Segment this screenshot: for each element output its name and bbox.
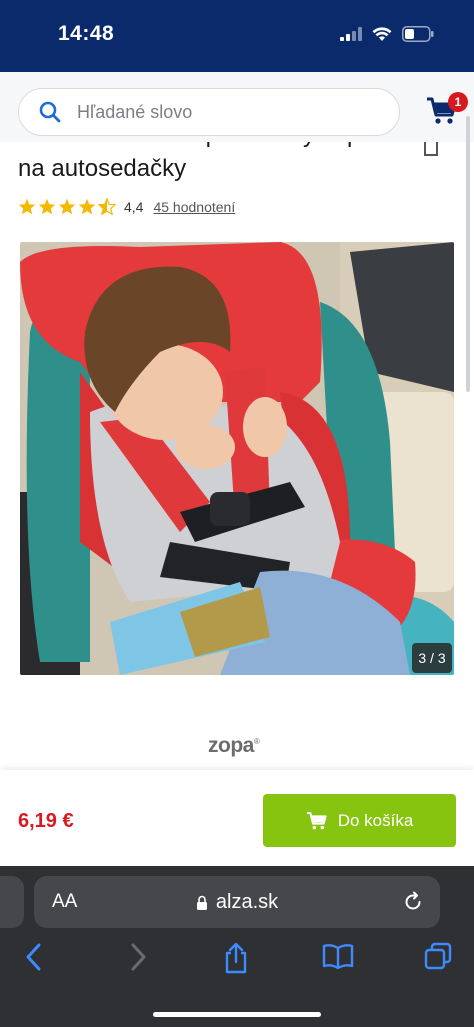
battery-icon — [402, 26, 434, 42]
rating-row: 4,4 45 hodnotení — [18, 198, 235, 215]
browser-toolbar — [0, 942, 474, 982]
product-title-container: ZOPA Zámok bezpečnostných pásov na autos… — [18, 142, 438, 192]
rating-value: 4,4 — [124, 198, 144, 215]
price: 6,19 € — [18, 810, 74, 832]
star-icon — [58, 198, 76, 215]
cart-button[interactable]: 1 — [426, 92, 468, 132]
address-bar[interactable]: AA alza.sk — [34, 876, 440, 928]
tabs-icon[interactable] — [424, 942, 452, 970]
forward-icon[interactable] — [128, 942, 148, 972]
url-text: alza.sk — [215, 890, 279, 913]
scrollbar[interactable] — [466, 116, 470, 392]
star-icon — [78, 198, 96, 215]
url-display: alza.sk — [34, 891, 440, 914]
bookmarks-icon[interactable] — [322, 942, 354, 970]
home-indicator — [153, 1012, 321, 1017]
cellular-signal-icon — [340, 27, 362, 41]
previous-tab[interactable] — [0, 876, 24, 928]
reload-icon[interactable] — [402, 891, 424, 913]
status-icons — [340, 26, 434, 42]
image-counter: 3 / 3 — [412, 643, 452, 673]
cart-icon — [306, 811, 327, 829]
brand-logo[interactable]: zopa® — [208, 734, 260, 758]
back-icon[interactable] — [24, 942, 44, 972]
star-icon — [18, 198, 36, 215]
wifi-icon — [372, 26, 392, 41]
status-time: 14:48 — [58, 22, 115, 45]
add-to-cart-label: Do košíka — [337, 810, 414, 830]
brand-name: zopa — [208, 734, 254, 757]
cart-badge: 1 — [448, 92, 468, 112]
product-title: ZOPA Zámok bezpečnostných pásov na autos… — [18, 142, 411, 182]
lock-icon — [196, 895, 207, 910]
registered-mark: ® — [253, 737, 260, 746]
rating-stars — [18, 198, 116, 215]
ratings-link[interactable]: 45 hodnotení — [153, 199, 235, 215]
product-image[interactable]: 3 / 3 — [20, 242, 454, 675]
search-icon — [39, 101, 61, 123]
star-icon — [38, 198, 56, 215]
browser-bar: AA alza.sk — [0, 866, 474, 1027]
share-icon[interactable] — [424, 142, 438, 156]
product-photo — [20, 242, 454, 675]
search-header: Hľadané slovo 1 — [0, 72, 474, 142]
buy-bar: 6,19 € Do košíka — [0, 770, 474, 866]
search-placeholder: Hľadané slovo — [77, 101, 193, 122]
add-to-cart-button[interactable]: Do košíka — [263, 794, 456, 847]
half-star-icon — [98, 198, 116, 215]
search-input[interactable]: Hľadané slovo — [18, 88, 400, 136]
share-icon[interactable] — [223, 942, 249, 974]
status-bar: 14:48 — [0, 0, 474, 72]
